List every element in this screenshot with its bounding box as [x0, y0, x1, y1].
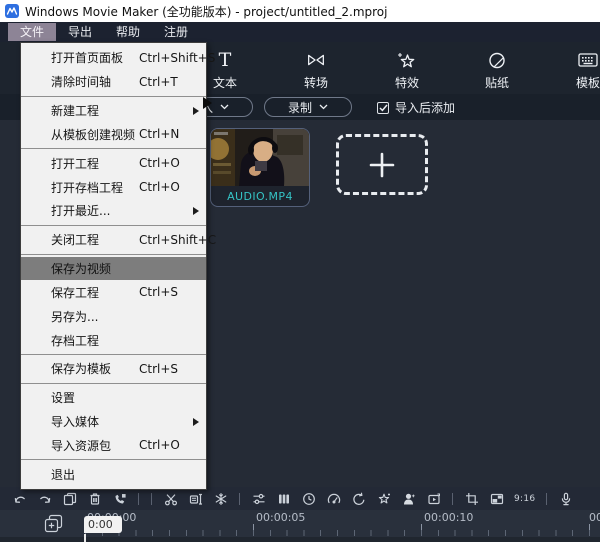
menu-item-import-resource-pack[interactable]: 导入资源包 Ctrl+O — [21, 433, 206, 457]
divider — [546, 493, 547, 505]
menu-register[interactable]: 注册 — [152, 23, 200, 41]
menu-item-archive-project[interactable]: 存档工程 — [21, 328, 206, 352]
crop-icon[interactable] — [464, 491, 479, 506]
clip-name-label: AUDIO.MP4 — [211, 186, 309, 206]
record-button[interactable]: 录制 — [264, 97, 352, 117]
freeze-frame-icon[interactable] — [213, 491, 228, 506]
media-clip-card[interactable]: AUDIO.MP4 — [210, 128, 310, 207]
split-scissors-icon[interactable] — [163, 491, 178, 506]
menu-item-open-recent[interactable]: 打开最近... — [21, 199, 206, 223]
template-icon — [561, 49, 600, 71]
menu-item-save-as-template[interactable]: 保存为模板 Ctrl+S — [21, 357, 206, 381]
star-effects-icon[interactable] — [376, 491, 391, 506]
subtitle-tool-icon[interactable] — [188, 491, 203, 506]
ruler-label-5: 00:00:05 — [256, 511, 305, 524]
playhead-time-badge[interactable]: 0:00 — [84, 516, 122, 533]
menu-item-open-home-panel[interactable]: 打开首页面板 Ctrl+Shift+S — [21, 46, 206, 70]
menu-separator — [21, 254, 206, 255]
menu-item-open-archived-project[interactable]: 打开存档工程 Ctrl+O — [21, 175, 206, 199]
menu-item-clear-timeline[interactable]: 清除时间轴 Ctrl+T — [21, 70, 206, 94]
divider — [138, 493, 139, 505]
menu-separator — [21, 96, 206, 97]
menu-help[interactable]: 帮助 — [104, 23, 152, 41]
menu-item-open-project[interactable]: 打开工程 Ctrl+O — [21, 151, 206, 175]
submenu-arrow-icon — [193, 207, 199, 215]
ruler-minor-ticks — [85, 530, 600, 536]
edit-toolbar: 9:16 — [0, 487, 600, 510]
menu-item-new-project[interactable]: 新建工程 — [21, 99, 206, 123]
chevron-down-icon — [319, 104, 328, 110]
menu-separator — [21, 225, 206, 226]
menu-item-save-project[interactable]: 保存工程 Ctrl+S — [21, 280, 206, 304]
chevron-down-icon — [220, 104, 229, 110]
menu-separator — [21, 354, 206, 355]
picture-in-picture-icon[interactable] — [489, 491, 504, 506]
file-menu-dropdown: 打开首页面板 Ctrl+Shift+S 清除时间轴 Ctrl+T 新建工程 从模… — [20, 42, 207, 490]
menu-separator — [21, 459, 206, 460]
add-track-icon[interactable] — [44, 514, 63, 533]
effects-icon — [380, 49, 434, 71]
columns-view-icon[interactable] — [276, 491, 291, 506]
divider — [452, 493, 453, 505]
aspect-ratio-button[interactable]: 9:16 — [514, 494, 535, 504]
menu-separator — [21, 148, 206, 149]
timeline[interactable]: 00:00:00 00:00:05 00:00:10 00: 0:00 — [0, 510, 600, 542]
redo-icon[interactable] — [37, 491, 52, 506]
menu-item-create-from-template[interactable]: 从模板创建视频 Ctrl+N — [21, 122, 206, 146]
menu-item-exit[interactable]: 退出 — [21, 462, 206, 486]
window-title: Windows Movie Maker (全功能版本) - project/un… — [25, 3, 387, 20]
app-logo-icon — [5, 4, 19, 18]
menu-separator — [21, 383, 206, 384]
auto-add-label: 导入后添加 — [395, 99, 455, 116]
title-bar: Windows Movie Maker (全功能版本) - project/un… — [0, 0, 600, 22]
divider — [151, 493, 152, 505]
plus-icon — [368, 151, 396, 179]
playhead[interactable] — [84, 534, 86, 542]
tab-stickers[interactable]: 贴纸 — [470, 49, 524, 91]
add-media-dropzone[interactable] — [336, 134, 428, 195]
tab-transition[interactable]: 转场 — [289, 49, 343, 91]
mouse-pointer-arrow — [203, 97, 212, 109]
menu-export[interactable]: 导出 — [56, 23, 104, 41]
menu-bar: 文件 导出 帮助 注册 — [0, 22, 600, 42]
video-thumbnail — [211, 129, 309, 186]
submenu-arrow-icon — [193, 418, 199, 426]
auto-add-checkbox-group[interactable]: 导入后添加 — [377, 99, 455, 116]
microphone-icon[interactable] — [558, 491, 573, 506]
menu-file[interactable]: 文件 — [8, 23, 56, 41]
ruler-label-10: 00:00:10 — [424, 511, 473, 524]
transition-icon — [289, 49, 343, 71]
menu-item-close-project[interactable]: 关闭工程 Ctrl+Shift+C — [21, 228, 206, 252]
divider — [239, 493, 240, 505]
delete-icon[interactable] — [87, 491, 102, 506]
adjust-sliders-icon[interactable] — [251, 491, 266, 506]
portrait-person-icon[interactable] — [401, 491, 416, 506]
tab-effects[interactable]: 特效 — [380, 49, 434, 91]
rotate-icon[interactable] — [351, 491, 366, 506]
copy-icon[interactable] — [62, 491, 77, 506]
menu-item-settings[interactable]: 设置 — [21, 386, 206, 410]
ruler-label-15-clipped: 00: — [589, 511, 600, 524]
menu-item-import-media[interactable]: 导入媒体 — [21, 410, 206, 434]
undo-icon[interactable] — [12, 491, 27, 506]
track-area-edge — [0, 537, 600, 542]
sticker-icon — [470, 49, 524, 71]
submenu-arrow-icon — [193, 107, 199, 115]
video-export-icon[interactable] — [426, 491, 441, 506]
voice-clip-icon[interactable] — [112, 491, 127, 506]
checkbox-checked-icon[interactable] — [377, 102, 389, 114]
duration-clock-icon[interactable] — [301, 491, 316, 506]
tab-templates[interactable]: 模板 — [561, 49, 600, 91]
speed-gauge-icon[interactable] — [326, 491, 341, 506]
menu-item-save-as[interactable]: 另存为... — [21, 304, 206, 328]
menu-item-save-as-video[interactable]: 保存为视频 — [21, 257, 206, 281]
